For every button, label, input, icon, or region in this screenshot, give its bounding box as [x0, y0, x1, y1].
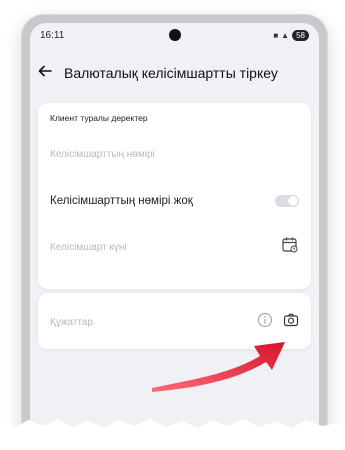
torn-edge	[0, 419, 345, 450]
red-pointer-arrow-icon	[152, 342, 285, 392]
toggle-knob	[288, 196, 298, 206]
app-bar: Валюталық келісімшартты тіркеу	[30, 55, 319, 91]
back-arrow-icon[interactable]	[38, 64, 60, 83]
client-section-title: Клиент туралы деректер	[50, 113, 148, 123]
no-contract-number-label: Келісімшарттың нөмірі жоқ	[50, 195, 193, 207]
signal-icon: ▲	[281, 30, 290, 40]
status-time: 16:11	[40, 29, 65, 41]
status-icons: ■ ▲ 58	[273, 29, 309, 41]
calendar-icon[interactable]	[281, 236, 299, 259]
page-title: Валюталық келісімшартты тіркеу	[64, 65, 278, 81]
client-data-card: Клиент туралы деректер Келісімшарттың нө…	[38, 103, 311, 289]
no-contract-number-toggle[interactable]	[275, 195, 299, 207]
notification-icon: ■	[273, 30, 279, 40]
camera-hole	[168, 29, 181, 41]
documents-label: Құжаттар	[50, 316, 94, 328]
contract-date-label: Келісімшарт күні	[50, 241, 127, 253]
no-contract-number-row[interactable]: Келісімшарттың нөмірі жоқ	[50, 189, 299, 213]
battery-icon: 58	[292, 29, 309, 41]
contract-date-input[interactable]: Келісімшарт күні	[50, 235, 299, 259]
contract-number-input[interactable]: Келісімшарттың нөмірі	[50, 149, 299, 160]
